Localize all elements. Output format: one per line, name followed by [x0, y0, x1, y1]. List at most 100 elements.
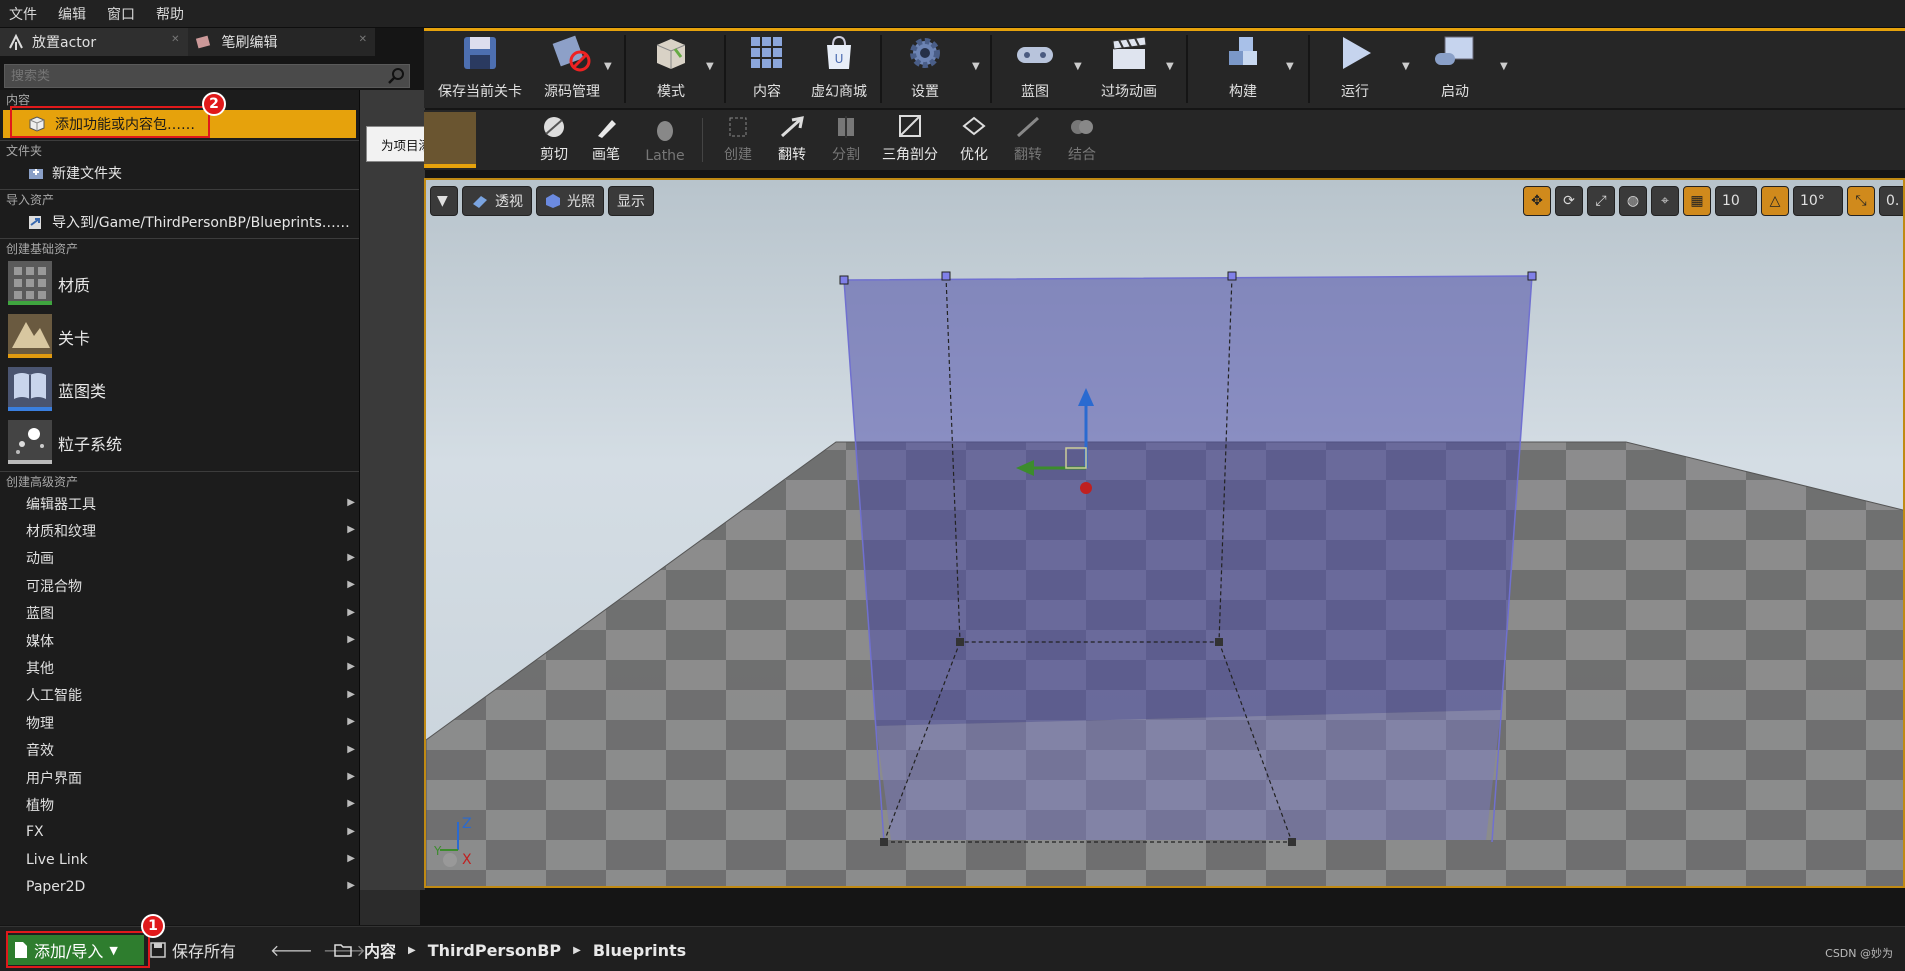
blueprints-button[interactable]: 蓝图: [1000, 31, 1070, 107]
optimize-label: 优化: [960, 147, 988, 163]
chevron-down-icon[interactable]: ▼: [604, 61, 612, 72]
menu-edit[interactable]: 编辑: [49, 4, 98, 24]
clip-button[interactable]: 剪切: [532, 112, 576, 168]
advanced-asset-item[interactable]: 人工智能 ▶: [0, 682, 359, 709]
advanced-asset-item[interactable]: 编辑器工具 ▶: [0, 490, 359, 517]
content-button[interactable]: 内容: [736, 31, 798, 107]
marketplace-label: 虚幻商城: [811, 84, 867, 100]
chevron-right-icon: ▶: [347, 743, 355, 755]
search-icon[interactable]: [387, 67, 405, 89]
optimize-button[interactable]: 优化: [952, 112, 996, 168]
viewport-options-button[interactable]: ▼: [430, 186, 458, 216]
advanced-asset-label: 人工智能: [26, 688, 82, 705]
show-button[interactable]: 显示: [608, 186, 654, 216]
scale-snap-toggle[interactable]: ⤡: [1847, 186, 1875, 216]
scale-snap-value[interactable]: 0.: [1879, 186, 1903, 216]
pen-button[interactable]: 画笔: [584, 112, 628, 168]
translate-tool-button[interactable]: ✥: [1523, 186, 1551, 216]
chevron-down-icon[interactable]: ▼: [1500, 61, 1508, 72]
world-local-toggle[interactable]: ◍: [1619, 186, 1647, 216]
grid-snap-toggle[interactable]: ▦: [1683, 186, 1711, 216]
breadcrumb-item[interactable]: 内容: [364, 938, 396, 962]
advanced-asset-item[interactable]: 植物 ▶: [0, 791, 359, 818]
new-folder-menu-item[interactable]: 新建文件夹: [0, 159, 359, 187]
chevron-down-icon[interactable]: ▼: [1286, 61, 1294, 72]
chevron-right-icon[interactable]: ▶: [408, 945, 416, 956]
basic-asset-blueprint-class[interactable]: 蓝图类: [0, 363, 359, 416]
basic-asset-level[interactable]: 关卡: [0, 310, 359, 363]
rotation-snap-toggle[interactable]: △: [1761, 186, 1789, 216]
chevron-down-icon[interactable]: ▼: [1074, 61, 1082, 72]
search-input[interactable]: [5, 68, 385, 84]
tab-brush-edit[interactable]: 笔刷编辑 ✕: [187, 28, 375, 56]
basic-asset-material[interactable]: 材质: [0, 257, 359, 310]
arrow-left-icon[interactable]: 🡐: [270, 940, 313, 960]
menu-window[interactable]: 窗口: [98, 4, 147, 24]
chevron-right-icon: ▶: [347, 880, 355, 892]
chevron-down-icon[interactable]: ▼: [972, 61, 980, 72]
chevron-down-icon[interactable]: ▼: [706, 61, 714, 72]
flip2-button[interactable]: 翻转: [1006, 112, 1050, 168]
toolbar-divider: [1308, 35, 1310, 103]
advanced-asset-item[interactable]: 可混合物 ▶: [0, 572, 359, 599]
menu-file[interactable]: 文件: [0, 4, 49, 24]
save-level-button[interactable]: 保存当前关卡: [430, 31, 530, 107]
blueprints-icon: [1013, 31, 1057, 75]
import-menu-item[interactable]: 导入到/Game/ThirdPersonBP/Blueprints……: [0, 208, 359, 236]
play-button[interactable]: 运行: [1320, 31, 1390, 107]
cinematics-button[interactable]: 过场动画: [1088, 31, 1170, 107]
save-all-button[interactable]: 保存所有: [150, 935, 236, 965]
create-button[interactable]: 创建: [716, 112, 760, 168]
rotation-snap-value[interactable]: 10°: [1793, 186, 1843, 216]
advanced-asset-label: 可混合物: [26, 578, 82, 595]
advanced-asset-item[interactable]: Paper2D ▶: [0, 873, 359, 900]
folder-icon[interactable]: [334, 943, 352, 957]
advanced-asset-item[interactable]: 材质和纹理 ▶: [0, 517, 359, 544]
advanced-asset-item[interactable]: 动画 ▶: [0, 545, 359, 572]
launch-button[interactable]: 启动: [1420, 31, 1490, 107]
advanced-asset-item[interactable]: 媒体 ▶: [0, 627, 359, 654]
source-control-button[interactable]: 源码管理: [532, 31, 612, 107]
scene-render: [426, 271, 1903, 886]
brush-select-button[interactable]: [424, 112, 476, 168]
tab-place-actor[interactable]: 放置actor ✕: [0, 28, 188, 56]
advanced-asset-label: 音效: [26, 743, 54, 760]
marketplace-button[interactable]: U 虚幻商城: [802, 31, 876, 107]
advanced-asset-item[interactable]: 用户界面 ▶: [0, 764, 359, 791]
flip-button[interactable]: 翻转: [770, 112, 814, 168]
chevron-down-icon[interactable]: ▼: [1166, 61, 1174, 72]
close-icon[interactable]: ✕: [359, 34, 367, 45]
advanced-asset-item[interactable]: Live Link ▶: [0, 846, 359, 873]
close-icon[interactable]: ✕: [171, 34, 179, 45]
menu-help[interactable]: 帮助: [147, 4, 196, 24]
scale-tool-button[interactable]: ⤢: [1587, 186, 1615, 216]
grid-snap-label: 10: [1722, 193, 1740, 209]
chevron-down-icon[interactable]: ▼: [1402, 61, 1410, 72]
advanced-asset-item[interactable]: 物理 ▶: [0, 709, 359, 736]
advanced-asset-item[interactable]: 音效 ▶: [0, 737, 359, 764]
advanced-asset-item[interactable]: 其他 ▶: [0, 654, 359, 681]
triangulate-button[interactable]: 三角剖分: [876, 112, 944, 168]
grid-snap-value[interactable]: 10: [1715, 186, 1757, 216]
rotate-tool-button[interactable]: ⟳: [1555, 186, 1583, 216]
advanced-asset-item[interactable]: 蓝图 ▶: [0, 600, 359, 627]
lathe-button[interactable]: Lathe: [638, 112, 692, 168]
advanced-asset-label: FX: [26, 824, 44, 841]
lit-button[interactable]: 光照: [536, 186, 604, 216]
breadcrumb-item[interactable]: ThirdPersonBP: [428, 941, 561, 960]
combine-button[interactable]: 结合: [1060, 112, 1104, 168]
level-viewport[interactable]: ▼ 透视 光照 显示 ✥ ⟳ ⤢ ◍ ⌖ ▦ 10 △ 10° ⤡ 0. Z Y…: [424, 178, 1905, 888]
breadcrumb-item[interactable]: Blueprints: [593, 941, 686, 960]
settings-button[interactable]: 设置: [890, 31, 960, 107]
build-button[interactable]: 构建: [1198, 31, 1288, 107]
step-badge-1: 1: [141, 914, 165, 938]
split-button[interactable]: 分割: [824, 112, 868, 168]
chevron-right-icon[interactable]: ▶: [573, 945, 581, 956]
save-level-label: 保存当前关卡: [438, 84, 522, 100]
perspective-button[interactable]: 透视: [462, 186, 532, 216]
modes-button[interactable]: 模式: [636, 31, 706, 107]
advanced-asset-item[interactable]: FX ▶: [0, 819, 359, 846]
search-field[interactable]: [4, 64, 410, 88]
surface-snap-button[interactable]: ⌖: [1651, 186, 1679, 216]
basic-asset-particle-system[interactable]: 粒子系统: [0, 416, 359, 469]
